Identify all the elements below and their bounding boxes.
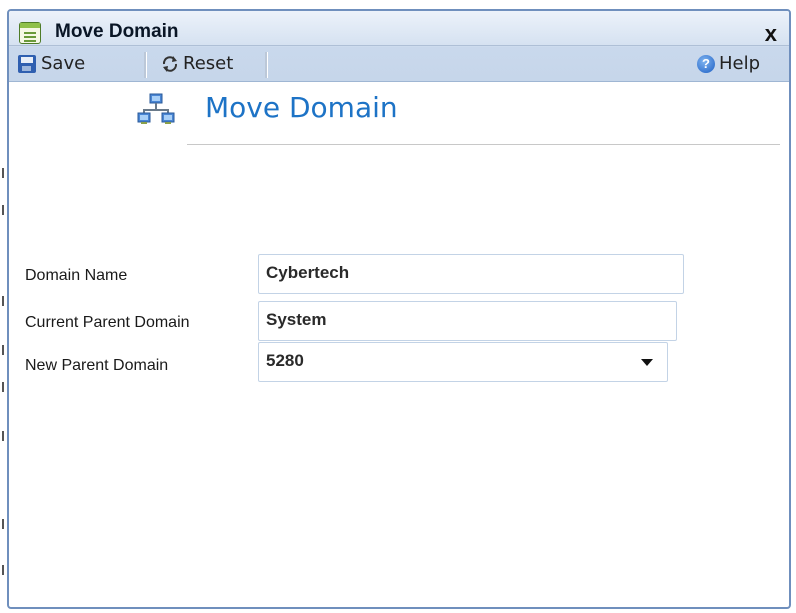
form-icon xyxy=(19,22,41,44)
reset-button[interactable]: Reset xyxy=(160,46,233,81)
save-icon xyxy=(18,54,36,73)
domain-name-label: Domain Name xyxy=(25,267,128,284)
current-parent-domain-field[interactable]: System xyxy=(258,301,677,341)
move-domain-dialog: Move Domain x Save Reset ? Help Move Dom… xyxy=(7,9,791,609)
toolbar: Save Reset ? Help xyxy=(9,45,789,82)
toolbar-separator xyxy=(144,52,147,78)
save-button[interactable]: Save xyxy=(18,46,85,81)
domain-name-field[interactable]: Cybertech xyxy=(258,254,684,294)
help-icon: ? xyxy=(697,54,715,73)
dialog-title: Move Domain xyxy=(55,21,179,42)
new-parent-domain-label: New Parent Domain xyxy=(25,357,169,374)
new-parent-domain-value: 5280 xyxy=(266,351,304,370)
reset-icon xyxy=(162,55,178,72)
background-edge-marks xyxy=(0,0,6,613)
current-parent-domain-label: Current Parent Domain xyxy=(25,314,190,331)
dialog-titlebar: Move Domain x Save Reset ? Help xyxy=(9,11,789,82)
page: Move Domain x Save Reset ? Help Move Dom… xyxy=(0,0,796,613)
chevron-down-icon[interactable] xyxy=(641,359,653,366)
network-computers-icon xyxy=(137,93,175,124)
toolbar-separator xyxy=(265,52,268,78)
help-label: Help xyxy=(719,53,761,74)
help-button[interactable]: ? Help xyxy=(697,46,760,81)
close-button[interactable]: x xyxy=(765,21,777,47)
new-parent-domain-select[interactable]: 5280 xyxy=(258,342,668,382)
save-label: Save xyxy=(41,53,86,74)
page-title: Move Domain xyxy=(205,91,398,124)
header-divider xyxy=(187,144,780,145)
reset-label: Reset xyxy=(183,53,234,74)
